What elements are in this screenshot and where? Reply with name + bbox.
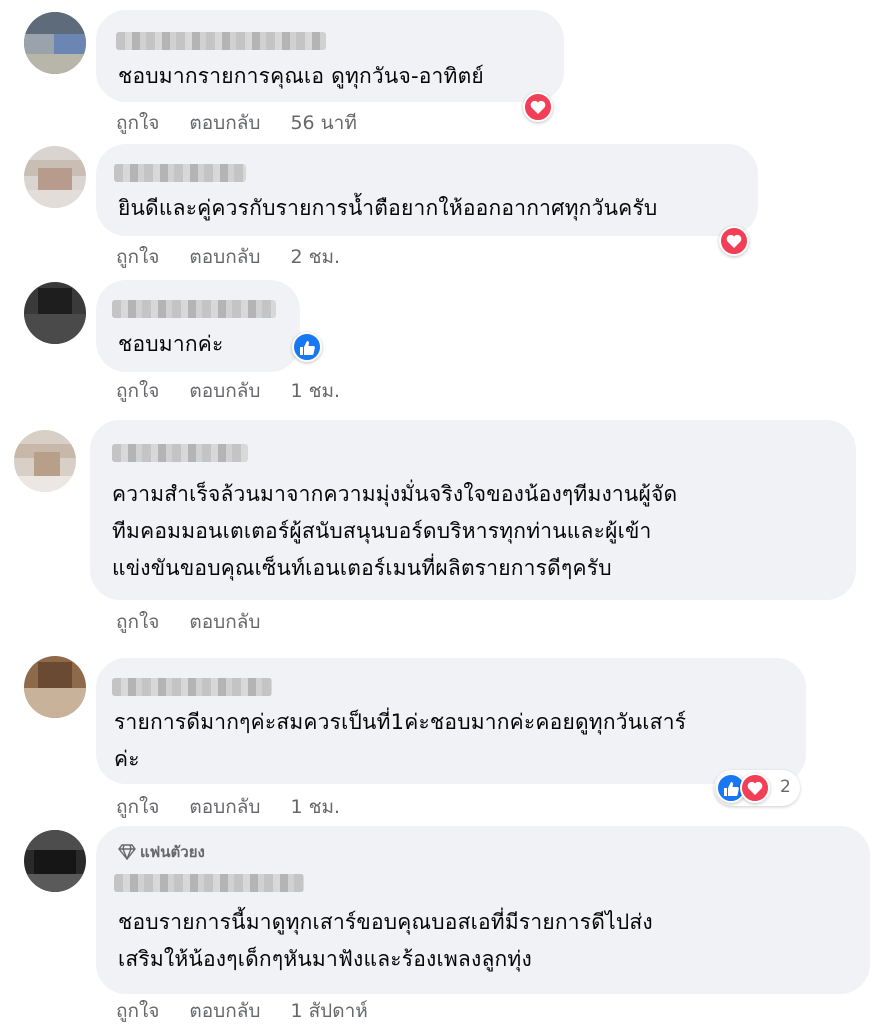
love-reaction-icon[interactable] xyxy=(523,92,553,122)
timestamp[interactable]: 56 นาที xyxy=(290,108,356,138)
comment-actions: ถูกใจ ตอบกลับ 56 นาที xyxy=(116,108,387,138)
reply-link[interactable]: ตอบกลับ xyxy=(189,607,260,637)
timestamp[interactable]: 1 สัปดาห์ xyxy=(290,996,367,1024)
comment-actions: ถูกใจ ตอบกลับ 2 ชม. xyxy=(116,242,370,272)
love-reaction-icon[interactable] xyxy=(719,226,749,256)
top-fan-badge: แฟนตัวยง xyxy=(118,840,205,864)
comment-actions: ถูกใจ ตอบกลับ 1 สัปดาห์ xyxy=(116,996,398,1024)
comment-actions: ถูกใจ ตอบกลับ 1 ชม. xyxy=(116,792,370,822)
avatar[interactable] xyxy=(24,282,86,344)
timestamp[interactable]: 1 ชม. xyxy=(290,792,340,822)
like-link[interactable]: ถูกใจ xyxy=(116,242,159,272)
comment-bubble: ยินดีและคู่ควรกับรายการน้ำตือยากให้ออกอา… xyxy=(96,144,758,236)
like-link[interactable]: ถูกใจ xyxy=(116,996,159,1024)
comment-text: ความสำเร็จล้วนมาจากความมุ่งมั่นจริงใจของ… xyxy=(112,482,678,580)
commenter-name[interactable] xyxy=(116,32,326,50)
reply-link[interactable]: ตอบกลับ xyxy=(189,792,260,822)
comment-bubble: ชอบมากรายการคุณเอ ดูทุกวันจ-อาทิตย์ xyxy=(96,10,564,102)
like-reaction-icon[interactable] xyxy=(292,332,322,362)
comment-text: รายการดีมากๆค่ะสมควรเป็นที่1ค่ะชอบมากค่ะ… xyxy=(114,710,687,771)
timestamp[interactable]: 2 ชม. xyxy=(290,242,340,272)
comment-text: ชอบรายการนี้มาดูทุกเสาร์ขอบคุณบอสเอที่มี… xyxy=(118,910,653,971)
reply-link[interactable]: ตอบกลับ xyxy=(189,376,260,406)
comment-bubble: แฟนตัวยง ชอบรายการนี้มาดูทุกเสาร์ขอบคุณบ… xyxy=(96,826,870,994)
avatar[interactable] xyxy=(24,656,86,718)
commenter-name[interactable] xyxy=(114,164,246,182)
comment-actions: ถูกใจ ตอบกลับ 1 ชม. xyxy=(116,376,370,406)
reply-link[interactable]: ตอบกลับ xyxy=(189,108,260,138)
timestamp[interactable]: 1 ชม. xyxy=(290,376,340,406)
commenter-name[interactable] xyxy=(112,444,248,462)
like-link[interactable]: ถูกใจ xyxy=(116,108,159,138)
like-link[interactable]: ถูกใจ xyxy=(116,607,159,637)
comment-text: ชอบมากค่ะ xyxy=(118,332,224,356)
commenter-name[interactable] xyxy=(114,874,304,892)
comment-text: ชอบมากรายการคุณเอ ดูทุกวันจ-อาทิตย์ xyxy=(118,64,484,88)
reply-link[interactable]: ตอบกลับ xyxy=(189,996,260,1024)
commenter-name[interactable] xyxy=(112,678,272,696)
reaction-count: 2 xyxy=(780,777,791,797)
commenter-name[interactable] xyxy=(112,300,276,318)
comment-text: ยินดีและคู่ควรกับรายการน้ำตือยากให้ออกอา… xyxy=(118,196,658,220)
avatar[interactable] xyxy=(24,12,86,74)
like-link[interactable]: ถูกใจ xyxy=(116,792,159,822)
comment-bubble: รายการดีมากๆค่ะสมควรเป็นที่1ค่ะชอบมากค่ะ… xyxy=(96,658,806,784)
comment-bubble: ชอบมากค่ะ xyxy=(96,280,300,372)
comment-actions: ถูกใจ ตอบกลับ xyxy=(116,607,320,637)
comment-bubble: ความสำเร็จล้วนมาจากความมุ่งมั่นจริงใจของ… xyxy=(90,420,856,600)
love-reaction-icon xyxy=(740,773,770,803)
avatar[interactable] xyxy=(14,430,76,492)
like-link[interactable]: ถูกใจ xyxy=(116,376,159,406)
reply-link[interactable]: ตอบกลับ xyxy=(189,242,260,272)
top-fan-label: แฟนตัวยง xyxy=(140,843,205,861)
reactions-summary[interactable]: 2 xyxy=(714,770,800,806)
avatar[interactable] xyxy=(24,146,86,208)
avatar[interactable] xyxy=(24,830,86,892)
diamond-icon xyxy=(118,844,136,861)
